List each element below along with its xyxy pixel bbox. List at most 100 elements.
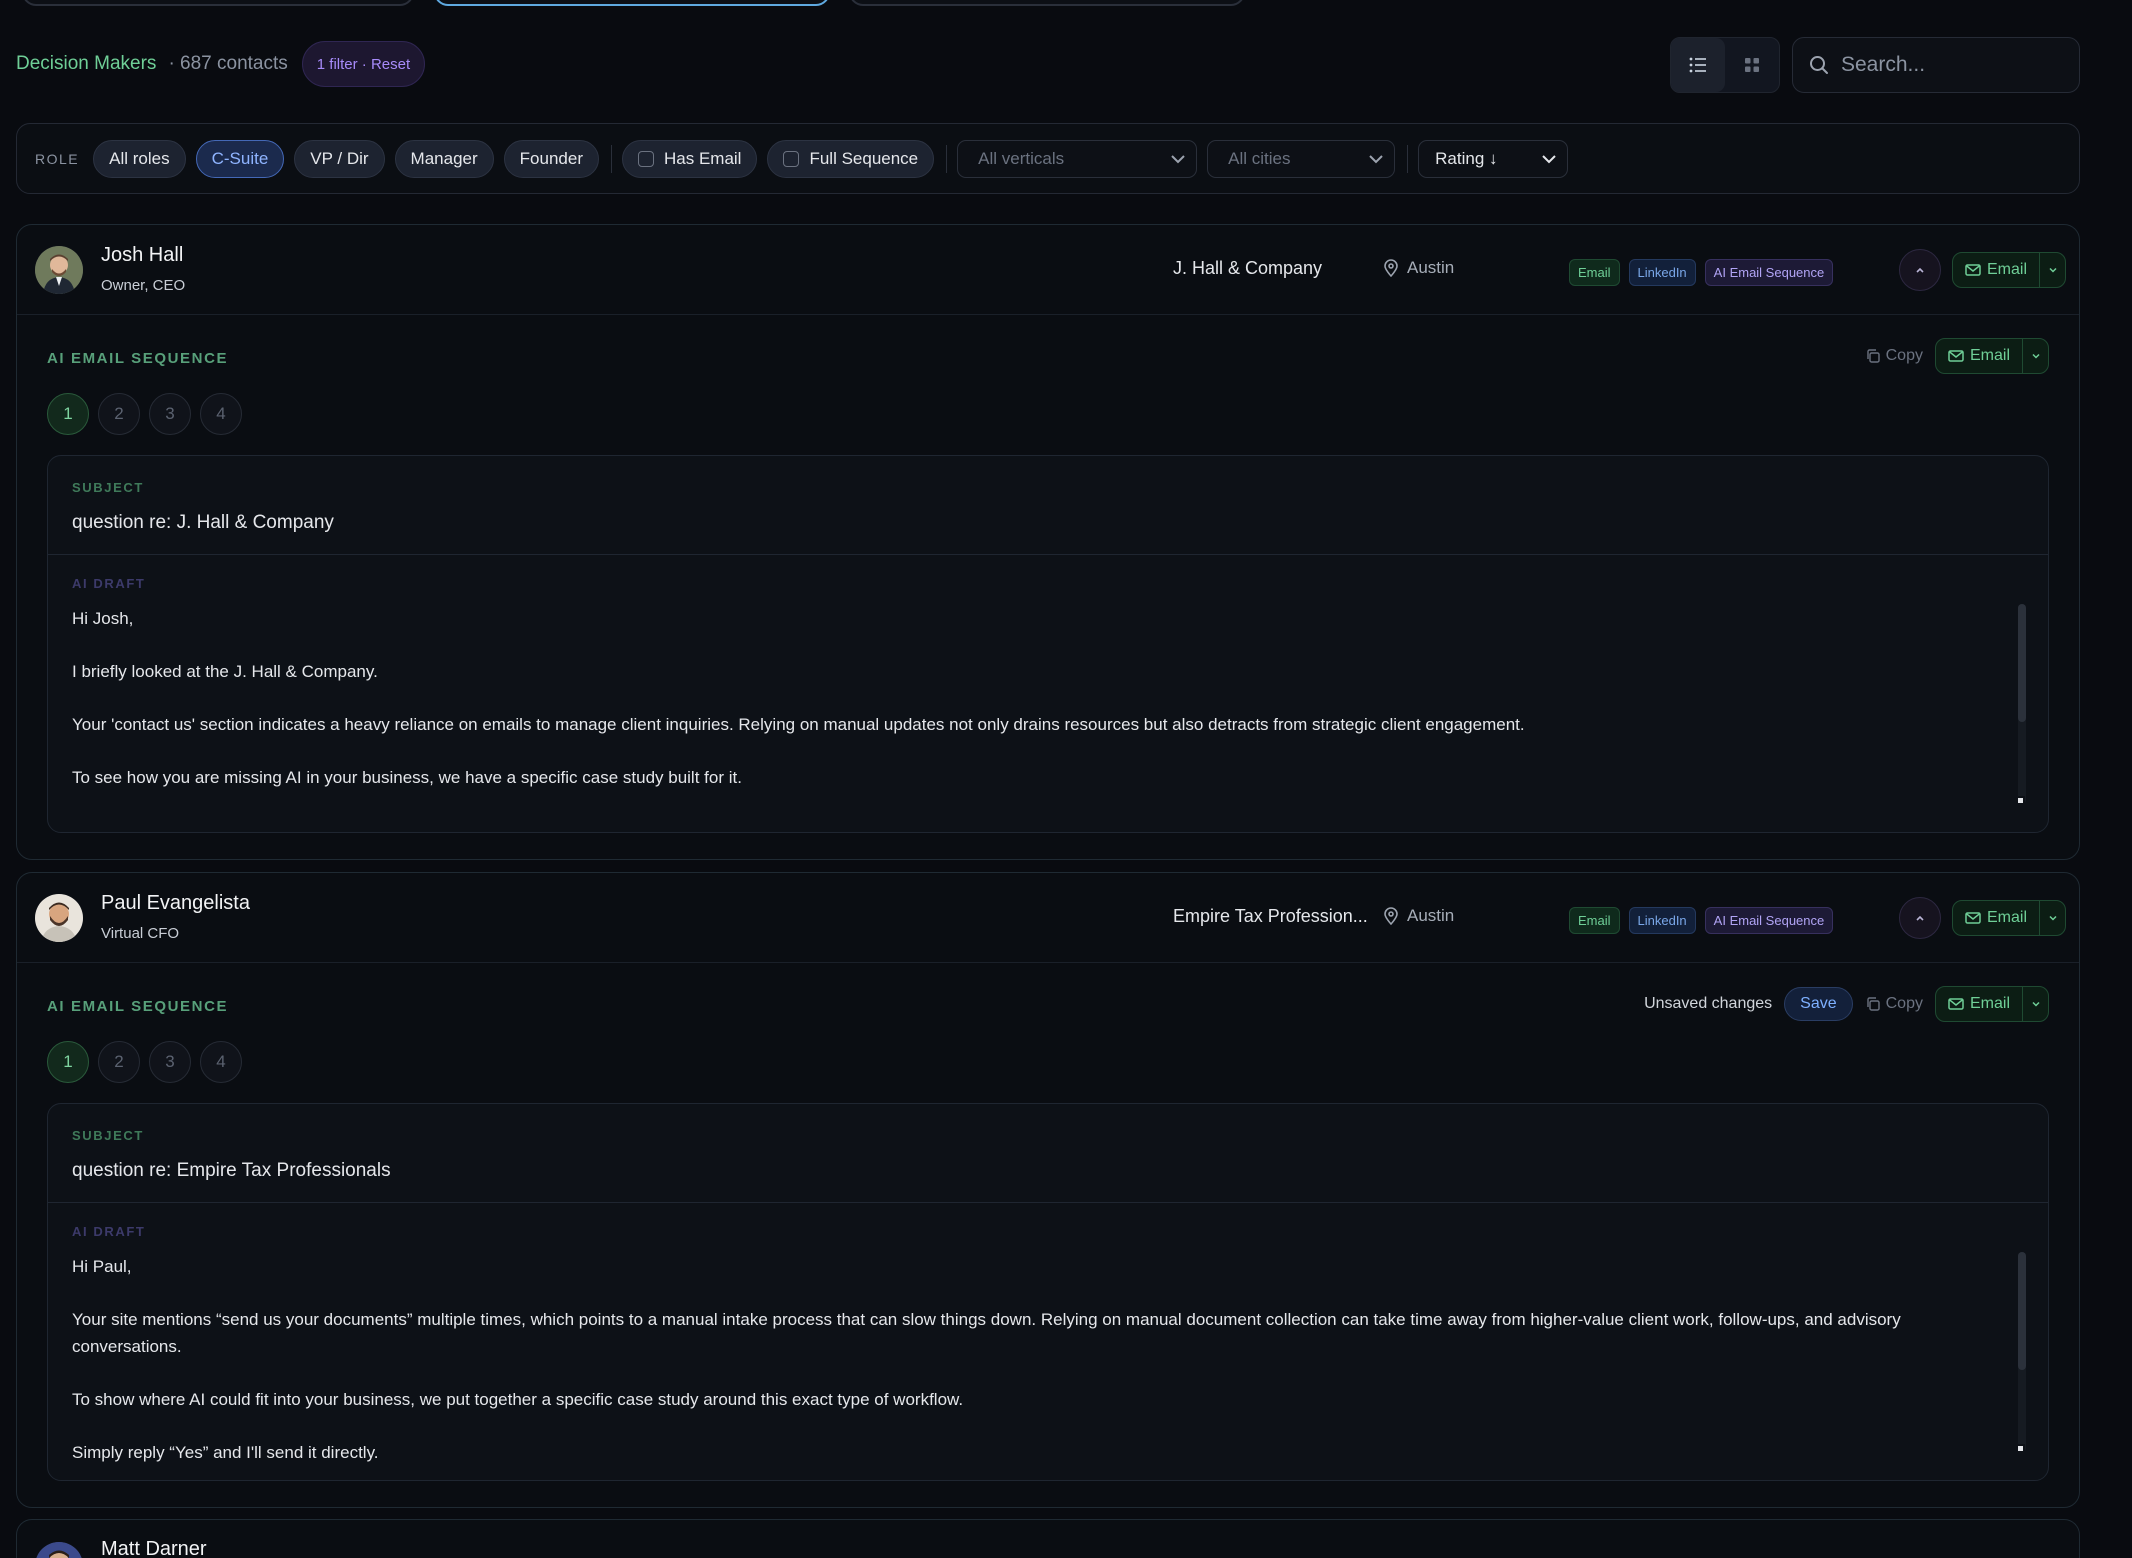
has-email-toggle[interactable]: Has Email [621,139,758,178]
has-email-label: Has Email [663,148,742,168]
grid-view-button[interactable] [1725,38,1779,92]
draft-label: AI DRAFT [72,576,146,591]
city-label: Austin [1407,906,1455,925]
list-title: Decision Makers [16,53,157,74]
map-pin-icon [1384,907,1398,925]
step-button-2[interactable]: 2 [98,1041,140,1083]
avatar [35,1542,83,1558]
chevron-down-icon [2048,267,2057,273]
step-button-1[interactable]: 1 [47,1041,89,1083]
sequence-actions: Unsaved changes Save Copy Email [1644,986,2049,1022]
contact-company: J. Hall & Company [1173,258,1323,278]
contact-card: Matt Darner [16,1519,2080,1558]
sequence-title: AI EMAIL SEQUENCE [47,350,229,367]
email-menu-toggle[interactable] [2039,901,2065,935]
filter-reset-pill[interactable]: 1 filter · Reset [301,41,426,87]
copy-label: Copy [1885,347,1923,364]
email-split-button: Email [1952,900,2067,936]
save-button[interactable]: Save [1784,987,1853,1021]
email-button[interactable]: Email [1936,339,2022,373]
collapse-button[interactable] [1899,249,1941,291]
city-label: Austin [1407,258,1455,277]
copy-button[interactable]: Copy [1865,995,1923,1013]
sequence-steps: 1 2 3 4 [47,1041,251,1083]
contact-name[interactable]: Paul Evangelista [101,892,250,915]
email-button[interactable]: Email [1936,987,2022,1021]
contact-card: Josh Hall Owner, CEO J. Hall & Company A… [16,224,2080,860]
contact-card-header[interactable]: Paul Evangelista Virtual CFO Empire Tax … [17,873,2079,963]
linkedin-tag: LinkedIn [1628,907,1696,934]
list-icon [1689,57,1706,73]
checkbox-icon [783,150,800,167]
contact-card: Paul Evangelista Virtual CFO Empire Tax … [16,872,2080,1508]
full-sequence-label: Full Sequence [809,148,919,168]
copy-button[interactable]: Copy [1865,347,1923,365]
list-view-button[interactable] [1671,38,1725,92]
contact-card-header[interactable]: Matt Darner [17,1520,2079,1558]
role-chip-c-suite[interactable]: C-Suite [195,139,285,178]
divider [946,144,948,173]
step-button-4[interactable]: 4 [200,393,242,435]
copy-icon [1866,349,1880,363]
divider [48,1202,2048,1203]
role-chip-vp-dir[interactable]: VP / Dir [294,139,385,178]
step-button-3[interactable]: 3 [149,1041,191,1083]
email-button-label: Email [1969,995,2010,1012]
sort-select[interactable]: Rating ↓ [1418,139,1569,178]
contact-name[interactable]: Josh Hall [101,244,183,267]
unsaved-changes-label: Unsaved changes [1644,995,1773,1012]
contact-count: · 687 contacts [168,53,288,74]
role-chip-founder[interactable]: Founder [503,139,599,178]
ai-sequence-tag: AI Email Sequence [1704,907,1834,934]
role-chip-all[interactable]: All roles [93,139,186,178]
map-pin-icon [1384,259,1398,277]
draft-textarea[interactable]: Hi Paul, Your site mentions “send us you… [72,1254,2012,1464]
cities-select-value: All cities [1228,148,1291,168]
subject-label: SUBJECT [72,1128,144,1143]
resize-handle[interactable] [2016,1444,2025,1453]
view-toggle [1670,37,1780,93]
subject-label: SUBJECT [72,480,144,495]
cities-select[interactable]: All cities [1207,139,1396,178]
email-menu-toggle[interactable] [2022,987,2048,1021]
email-menu-toggle[interactable] [2039,253,2065,287]
subject-field[interactable]: question re: Empire Tax Professionals [72,1160,391,1182]
scrollbar-thumb[interactable] [2018,1252,2026,1370]
top-tab-3[interactable] [849,0,1245,6]
email-button-label: Email [1969,347,2010,364]
draft-textarea[interactable]: Hi Josh, I briefly looked at the J. Hall… [72,606,2012,816]
contact-name[interactable]: Matt Darner [101,1538,207,1558]
email-split-button: Email [1934,338,2049,374]
email-split-button: Email [1952,252,2067,288]
collapse-button[interactable] [1899,897,1941,939]
contact-card-header[interactable]: Josh Hall Owner, CEO J. Hall & Company A… [17,225,2079,315]
email-button[interactable]: Email [1953,901,2039,935]
top-tab-1[interactable] [22,0,414,6]
verticals-select[interactable]: All verticals [957,139,1198,178]
contact-role: Virtual CFO [101,925,180,942]
ai-sequence-tag: AI Email Sequence [1704,259,1834,286]
email-editor: SUBJECT question re: J. Hall & Company A… [47,455,2049,833]
scrollbar-thumb[interactable] [2018,604,2026,722]
step-button-2[interactable]: 2 [98,393,140,435]
email-button-label: Email [1987,909,2028,926]
search-icon [1810,56,1828,74]
resize-handle[interactable] [2016,796,2025,805]
step-button-1[interactable]: 1 [47,393,89,435]
contact-tags: Email LinkedIn AI Email Sequence [1569,907,1842,934]
chevron-down-icon [2031,1001,2040,1007]
mail-icon [1965,912,1981,924]
step-button-3[interactable]: 3 [149,393,191,435]
subject-field[interactable]: question re: J. Hall & Company [72,512,334,534]
email-button[interactable]: Email [1953,253,2039,287]
step-button-4[interactable]: 4 [200,1041,242,1083]
contact-role: Owner, CEO [101,277,186,294]
email-menu-toggle[interactable] [2022,339,2048,373]
full-sequence-toggle[interactable]: Full Sequence [767,139,935,178]
search-input[interactable] [1841,53,2061,77]
search-box [1792,37,2080,93]
role-chip-manager[interactable]: Manager [394,139,494,178]
sequence-title: AI EMAIL SEQUENCE [47,998,229,1015]
top-tab-2[interactable] [434,0,830,6]
role-label: ROLE [35,150,80,167]
